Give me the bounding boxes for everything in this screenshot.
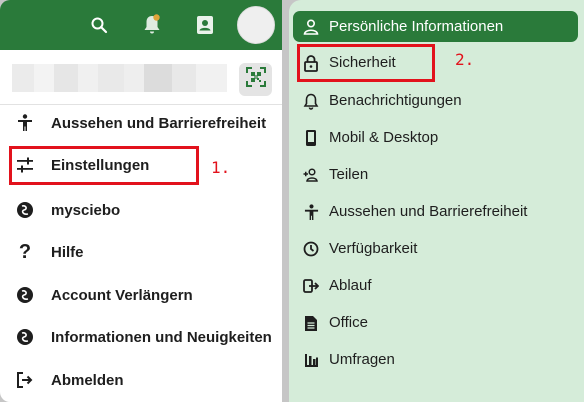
search-icon[interactable]: [87, 13, 111, 37]
user-menu-panel: Aussehen und Barrierefreiheit Einstellun…: [0, 0, 282, 402]
settings-nav-appearance[interactable]: Aussehen und Barrierefreiheit: [293, 197, 578, 227]
person-icon: [302, 18, 320, 36]
menu-item-label: mysciebo: [51, 201, 121, 219]
settings-nav-label: Ablauf: [329, 277, 372, 294]
settings-nav-label: Teilen: [329, 166, 369, 183]
menu-item-appearance[interactable]: Aussehen und Barrierefreiheit: [0, 106, 282, 140]
menu-item-help[interactable]: ? Hilfe: [0, 235, 282, 269]
settings-nav-label: Benachrichtigungen: [329, 92, 462, 109]
settings-nav-label: Mobil & Desktop: [329, 129, 439, 146]
settings-nav-label: Verfügbarkeit: [329, 240, 418, 257]
menu-item-logout[interactable]: Abmelden: [0, 363, 282, 397]
accessibility-icon: [15, 113, 35, 133]
annotation-box-1: [9, 146, 199, 185]
poll-icon: [302, 351, 320, 369]
contacts-icon[interactable]: [193, 13, 217, 37]
sciebo-icon: [15, 200, 35, 220]
phone-icon: [302, 129, 320, 147]
clock-icon: [302, 240, 320, 258]
settings-nav-flow[interactable]: Ablauf: [293, 271, 578, 301]
menu-item-label: Informationen und Neuigkeiten: [51, 328, 272, 346]
share-person-icon: [302, 166, 320, 184]
annotation-label-1: 1.: [211, 158, 231, 177]
settings-nav-label: Aussehen und Barrierefreiheit: [329, 203, 528, 220]
settings-nav-label: Persönliche Informationen: [329, 18, 504, 35]
bell-icon: [302, 92, 320, 110]
avatar[interactable]: [237, 6, 275, 44]
logout-icon: [15, 370, 35, 390]
menu-item-news[interactable]: Informationen und Neuigkeiten: [0, 320, 282, 354]
settings-nav-sharing[interactable]: Teilen: [293, 160, 578, 190]
annotation-label-2: 2.: [455, 50, 475, 69]
notification-icon[interactable]: [140, 13, 164, 37]
settings-nav-label: Office: [329, 314, 368, 331]
flow-icon: [302, 277, 320, 295]
menu-item-extend-account[interactable]: Account Verlängern: [0, 278, 282, 312]
top-header-bar: [0, 0, 282, 50]
settings-nav-availability[interactable]: Verfügbarkeit: [293, 234, 578, 264]
sciebo-icon: [15, 327, 35, 347]
qr-code-button[interactable]: [239, 63, 272, 96]
menu-item-label: Account Verlängern: [51, 286, 193, 304]
settings-nav-polls[interactable]: Umfragen: [293, 345, 578, 375]
menu-item-mysciebo[interactable]: mysciebo: [0, 193, 282, 227]
annotation-box-2: [297, 44, 435, 82]
qr-code-icon: [245, 67, 266, 92]
menu-item-label: Aussehen und Barrierefreiheit: [51, 114, 267, 132]
document-icon: [302, 314, 320, 332]
help-icon: ?: [18, 240, 32, 263]
settings-nav-notifications[interactable]: Benachrichtigungen: [293, 86, 578, 116]
profile-name-obscured: [12, 64, 227, 92]
sciebo-icon: [15, 285, 35, 305]
menu-divider: [0, 104, 282, 105]
settings-nav-office[interactable]: Office: [293, 308, 578, 338]
settings-nav-label: Umfragen: [329, 351, 395, 368]
settings-nav-personal-info[interactable]: Persönliche Informationen: [293, 11, 578, 42]
menu-item-label: Hilfe: [51, 243, 84, 261]
menu-item-label: Abmelden: [51, 371, 124, 389]
settings-nav-mobile-desktop[interactable]: Mobil & Desktop: [293, 123, 578, 153]
accessibility-icon: [302, 203, 320, 221]
